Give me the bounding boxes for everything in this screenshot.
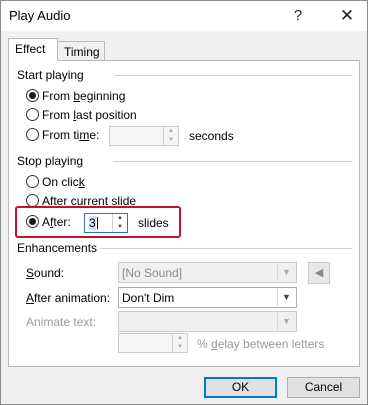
chevron-down-icon[interactable]: ▼ [277, 289, 295, 306]
animate-text-label: Animate text: [26, 315, 97, 329]
delay-label: % delay between letters [197, 337, 325, 351]
ok-button[interactable]: OK [204, 377, 277, 398]
spin-up-icon[interactable]: ▲ [173, 334, 187, 343]
spin-down-icon[interactable]: ▼ [113, 223, 127, 232]
close-button[interactable]: ✕ [333, 5, 361, 27]
after-animation-label: After animation: [26, 291, 111, 305]
section-divider [114, 75, 352, 76]
time-spinner[interactable]: ▲ ▼ [109, 126, 179, 146]
dialog-title: Play Audio [9, 8, 71, 23]
radio-on-click[interactable]: On click [26, 174, 85, 190]
section-divider [113, 161, 352, 162]
radio-button[interactable] [26, 175, 39, 188]
spinner-arrows[interactable]: ▲ ▼ [172, 334, 187, 352]
radio-label: After: [42, 215, 71, 229]
radio-button[interactable] [26, 128, 39, 141]
tab-effect[interactable]: Effect [8, 38, 58, 61]
radio-from-time[interactable]: From time: [26, 127, 99, 143]
chevron-down-icon[interactable]: ▼ [277, 313, 295, 330]
title-bar: Play Audio ? ✕ [1, 1, 367, 31]
after-animation-value: Don't Dim [122, 291, 175, 305]
delay-spinner[interactable]: ▲ ▼ [118, 333, 188, 353]
stop-playing-heading: Stop playing [17, 154, 84, 168]
slides-label: slides [138, 216, 169, 230]
radio-label: From last position [42, 108, 137, 122]
radio-button[interactable] [26, 108, 39, 121]
help-button[interactable]: ? [284, 5, 312, 27]
sound-dropdown[interactable]: [No Sound] ▼ [118, 262, 297, 283]
radio-label: From beginning [42, 89, 126, 103]
spinner-arrows[interactable]: ▲ ▼ [163, 127, 178, 145]
spinner-arrows[interactable]: ▲ ▼ [112, 214, 127, 232]
animate-text-dropdown[interactable]: ▼ [118, 311, 297, 332]
after-animation-dropdown[interactable]: Don't Dim ▼ [118, 287, 297, 308]
section-divider [100, 248, 352, 249]
radio-button-selected[interactable] [26, 215, 39, 228]
speaker-icon[interactable]: ◀︎ [308, 262, 330, 284]
radio-from-last-position[interactable]: From last position [26, 107, 137, 123]
cancel-button[interactable]: Cancel [287, 377, 360, 398]
after-slides-value: 3 [89, 216, 98, 230]
seconds-label: seconds [189, 129, 234, 143]
spin-down-icon[interactable]: ▼ [173, 343, 187, 352]
after-slides-spinner[interactable]: 3 ▲ ▼ [84, 213, 128, 233]
start-playing-heading: Start playing [17, 68, 84, 82]
sound-value: [No Sound] [122, 266, 183, 280]
spin-up-icon[interactable]: ▲ [113, 214, 127, 223]
spin-up-icon[interactable]: ▲ [164, 127, 178, 136]
radio-label: From time: [42, 128, 100, 142]
radio-after-slides[interactable]: After: [26, 214, 71, 230]
radio-label: On click [42, 175, 85, 189]
tab-timing[interactable]: Timing [57, 41, 105, 61]
play-audio-dialog: Play Audio ? ✕ Effect Timing Start playi… [0, 0, 368, 405]
spin-down-icon[interactable]: ▼ [164, 136, 178, 145]
radio-from-beginning[interactable]: From beginning [26, 88, 125, 104]
radio-button-selected[interactable] [26, 89, 39, 102]
enhancements-heading: Enhancements [17, 241, 98, 255]
text-caret [96, 217, 98, 229]
sound-label: Sound: [26, 266, 65, 280]
chevron-down-icon[interactable]: ▼ [277, 264, 295, 281]
